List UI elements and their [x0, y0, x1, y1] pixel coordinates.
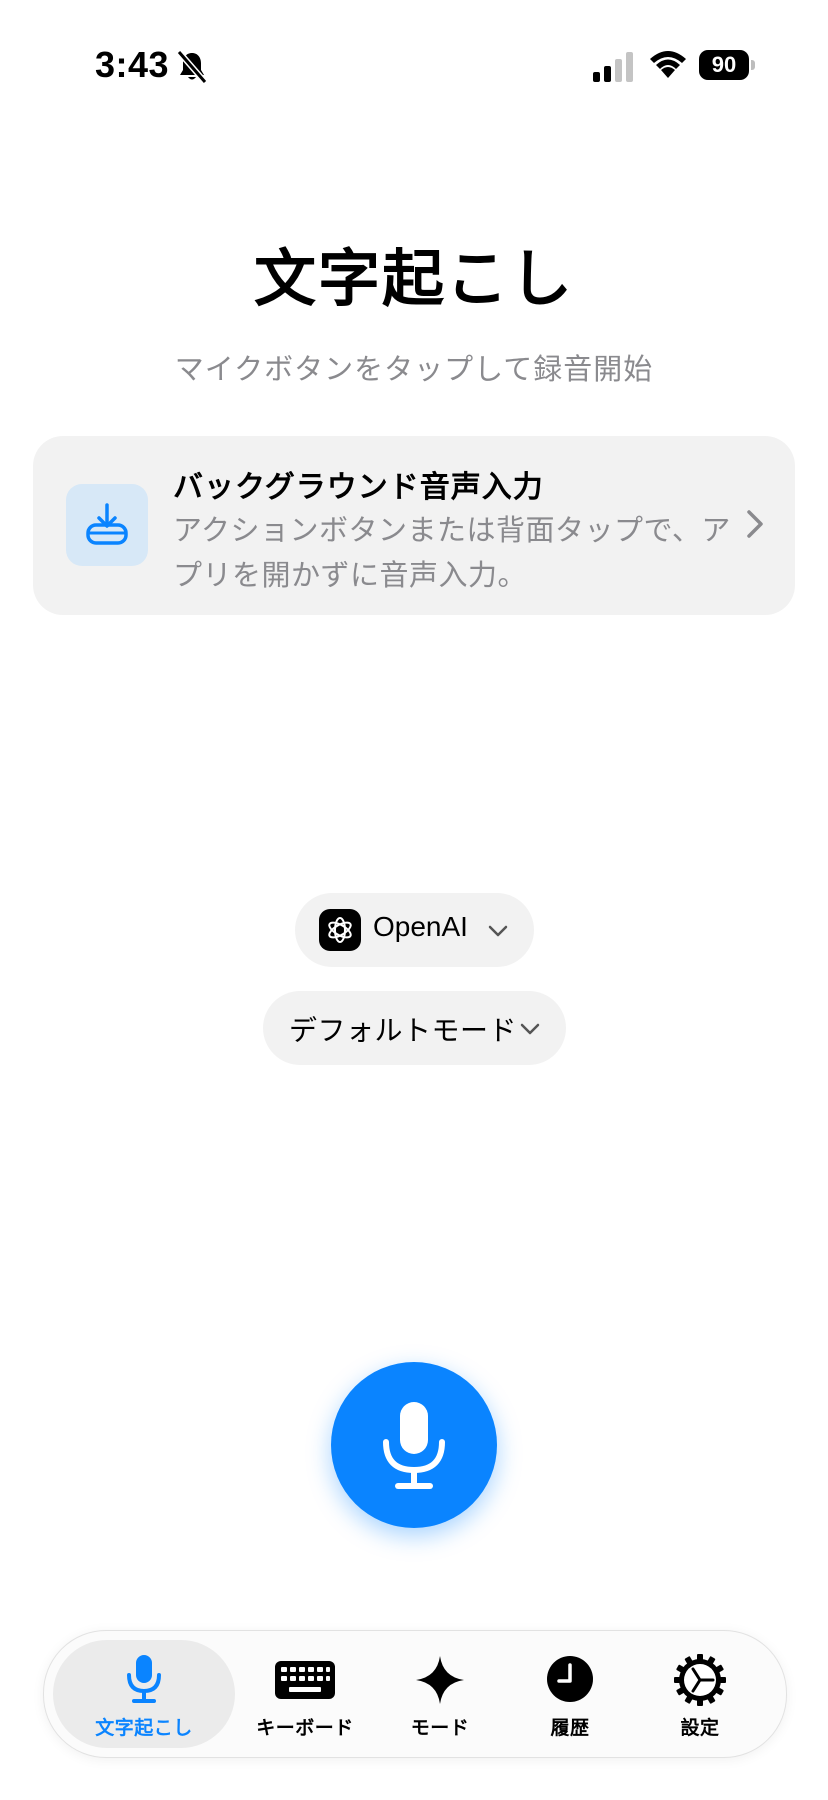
- bell-off-icon: [176, 50, 208, 84]
- keyboard-icon: [275, 1661, 335, 1699]
- status-time: 3:43: [95, 44, 170, 85]
- tab-label: キーボード: [256, 1717, 354, 1739]
- tab-history[interactable]: 履歴: [505, 1631, 635, 1757]
- battery-tip: [751, 60, 755, 70]
- status-bar: 3:43 90: [0, 0, 828, 130]
- mode-selector-label: デフォルトモード: [289, 1014, 518, 1047]
- mode-selector[interactable]: デフォルトモード: [263, 991, 566, 1065]
- tab-label: 設定: [680, 1717, 720, 1739]
- clock-icon: [547, 1656, 593, 1702]
- chevron-down-icon: [520, 1023, 540, 1035]
- banner-title: バックグラウンド音声入力: [173, 470, 544, 505]
- tab-keyboard[interactable]: キーボード: [235, 1631, 375, 1757]
- tab-label: 履歴: [550, 1717, 590, 1739]
- gear-icon: [674, 1654, 726, 1706]
- microphone-icon: [127, 1655, 161, 1703]
- microphone-icon: [383, 1402, 445, 1489]
- tab-settings[interactable]: 設定: [635, 1631, 765, 1757]
- wifi-icon: [650, 51, 686, 78]
- chevron-down-icon: [488, 925, 508, 937]
- tab-mode[interactable]: モード: [375, 1631, 505, 1757]
- model-selector-label: OpenAI: [373, 911, 468, 942]
- openai-logo-icon: [319, 909, 361, 951]
- record-button[interactable]: [331, 1362, 497, 1528]
- chevron-right-icon: [747, 510, 763, 538]
- page-subtitle: マイクボタンをタップして録音開始: [174, 352, 654, 386]
- cellular-signal-icon: [593, 52, 633, 82]
- page-title: 文字起こし: [253, 242, 574, 315]
- transcription-screen: 3:43 90 文字起こし マイクボタンをタップして録音開始 バックグラウンド音…: [0, 0, 828, 1800]
- model-selector[interactable]: OpenAI: [295, 893, 534, 967]
- tab-bar: 文字起こし キーボード モード 履歴 設定: [43, 1630, 787, 1758]
- banner-description: アクションボタンまたは背面タップで、アプリを開かずに音声入力。: [173, 513, 731, 592]
- background-input-banner[interactable]: バックグラウンド音声入力 アクションボタンまたは背面タップで、アプリを開かずに音…: [33, 436, 795, 615]
- sparkle-icon: [416, 1656, 464, 1704]
- tray-download-icon: [86, 503, 128, 545]
- battery-indicator: 90: [699, 50, 757, 80]
- battery-level: 90: [699, 50, 749, 80]
- tab-label: モード: [410, 1717, 470, 1739]
- banner-icon-container: [66, 484, 148, 566]
- tab-label: 文字起こし: [95, 1717, 193, 1739]
- tab-transcription[interactable]: 文字起こし: [53, 1631, 235, 1757]
